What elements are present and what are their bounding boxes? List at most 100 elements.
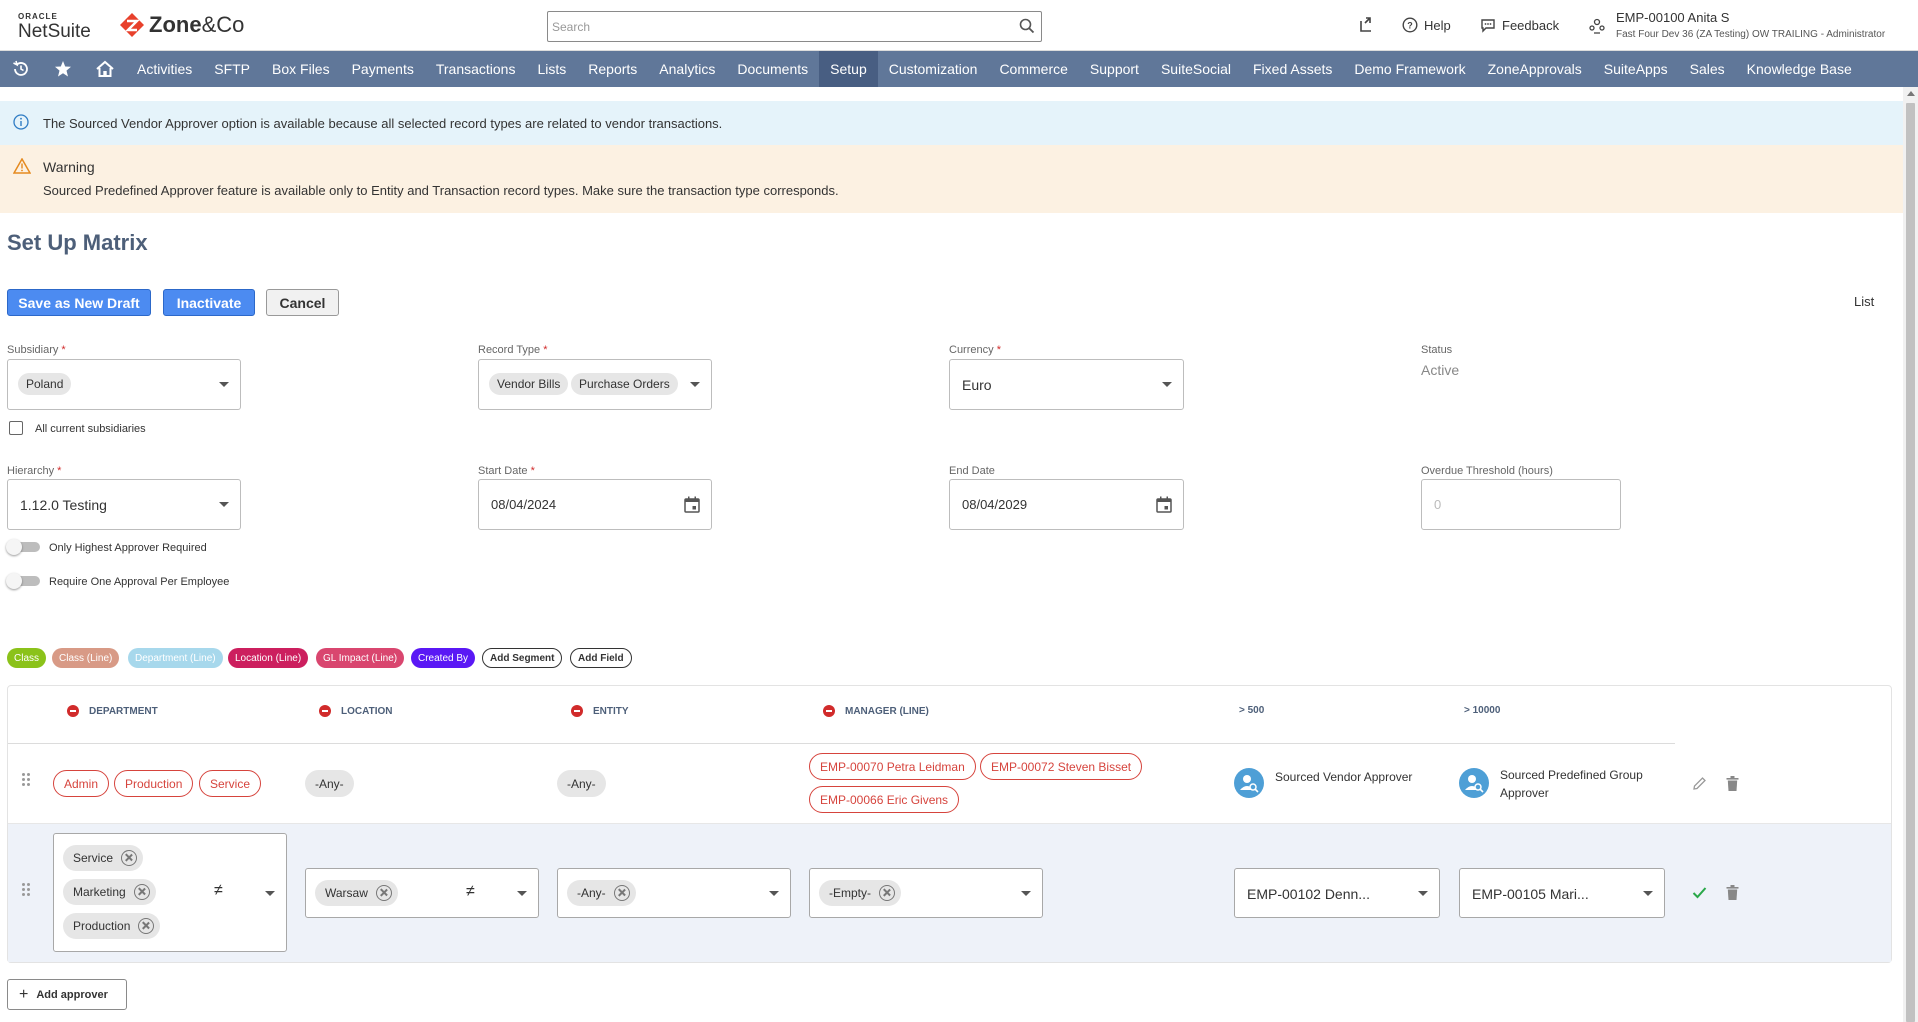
- start-date-value: 08/04/2024: [491, 497, 557, 512]
- user-role: Fast Four Dev 36 (ZA Testing) OW TRAILIN…: [1616, 29, 1886, 40]
- nav-item-fixed-assets[interactable]: Fixed Assets: [1242, 51, 1343, 87]
- hierarchy-select[interactable]: 1.12.0 Testing: [7, 479, 241, 530]
- hierarchy-value: 1.12.0 Testing: [20, 497, 107, 513]
- zone-brand: Zone: [149, 12, 202, 37]
- user-menu[interactable]: EMP-00100 Anita S Fast Four Dev 36 (ZA T…: [1588, 10, 1885, 40]
- inactivate-button[interactable]: Inactivate: [163, 289, 255, 316]
- help-button[interactable]: ? Help: [1402, 17, 1451, 33]
- info-banner-text: The Sourced Vendor Approver option is av…: [43, 116, 723, 131]
- remove-chip-icon[interactable]: [121, 850, 138, 866]
- drag-handle-icon[interactable]: [22, 883, 30, 896]
- zone-logo-icon: [120, 13, 144, 37]
- nav-item-sales[interactable]: Sales: [1679, 51, 1736, 87]
- recent-records-button[interactable]: [1357, 16, 1381, 34]
- nav-item-knowledge-base[interactable]: Knowledge Base: [1736, 51, 1863, 87]
- nav-item-lists[interactable]: Lists: [526, 51, 577, 87]
- nav-item-payments[interactable]: Payments: [341, 51, 425, 87]
- nav-item-suitesocial[interactable]: SuiteSocial: [1150, 51, 1242, 87]
- delete-trash-icon[interactable]: [1726, 776, 1739, 791]
- nav-item-zoneapprovals[interactable]: ZoneApprovals: [1477, 51, 1593, 87]
- page-scrollbar[interactable]: [1903, 87, 1918, 1022]
- subsidiary-select[interactable]: Poland: [7, 359, 241, 410]
- remove-column-icon[interactable]: [823, 705, 835, 717]
- not-equal-operator-icon[interactable]: ≠: [214, 882, 223, 900]
- drag-handle-icon[interactable]: [22, 773, 30, 786]
- remove-chip-icon[interactable]: [138, 918, 155, 934]
- all-subsidiaries-checkbox[interactable]: [9, 421, 23, 435]
- nav-item-commerce[interactable]: Commerce: [988, 51, 1078, 87]
- department-chip: Production: [63, 913, 161, 939]
- manager-tag: EMP-00066 Eric Givens: [809, 786, 960, 813]
- entity-multiselect[interactable]: -Any-: [557, 868, 791, 918]
- end-date-value: 08/04/2029: [962, 497, 1028, 512]
- delete-trash-icon[interactable]: [1726, 885, 1739, 900]
- calendar-icon[interactable]: [684, 496, 700, 513]
- segment-chip-class[interactable]: Class: [7, 648, 47, 668]
- nav-item-documents[interactable]: Documents: [726, 51, 819, 87]
- record-type-select[interactable]: Vendor Bills Purchase Orders: [478, 359, 712, 410]
- nav-item-activities[interactable]: Activities: [126, 51, 203, 87]
- scrollbar-thumb[interactable]: [1906, 103, 1915, 1022]
- feedback-button[interactable]: Feedback: [1480, 17, 1559, 33]
- segment-chip-created-by[interactable]: Created By: [411, 648, 476, 668]
- recent-nav-button[interactable]: [0, 51, 42, 87]
- remove-column-icon[interactable]: [67, 705, 79, 717]
- cancel-button[interactable]: Cancel: [266, 289, 339, 316]
- segment-chip-department-line[interactable]: Department (Line): [128, 648, 223, 668]
- department-multiselect[interactable]: Service Marketing Production ≠: [53, 833, 287, 952]
- approver-10000-select[interactable]: EMP-00105 Mari...: [1459, 868, 1665, 918]
- remove-chip-icon[interactable]: [133, 884, 150, 900]
- manager-multiselect[interactable]: -Empty-: [809, 868, 1043, 918]
- nav-item-sftp[interactable]: SFTP: [203, 51, 261, 87]
- edit-pencil-icon[interactable]: [1692, 776, 1707, 791]
- column-header-department: DEPARTMENT: [67, 705, 158, 717]
- home-nav-button[interactable]: [84, 51, 126, 87]
- chevron-down-icon: [517, 891, 527, 896]
- nav-item-setup[interactable]: Setup: [819, 51, 878, 87]
- not-equal-operator-icon[interactable]: ≠: [466, 883, 475, 901]
- save-as-new-draft-button[interactable]: Save as New Draft: [7, 289, 151, 316]
- remove-column-icon[interactable]: [319, 705, 331, 717]
- one-approval-toggle[interactable]: [6, 573, 40, 589]
- end-date-field[interactable]: 08/04/2029: [949, 479, 1184, 530]
- calendar-icon[interactable]: [1156, 496, 1172, 513]
- nav-item-analytics[interactable]: Analytics: [648, 51, 726, 87]
- location-multiselect[interactable]: Warsaw ≠: [305, 868, 539, 918]
- segment-chip-gl-impact-line[interactable]: GL Impact (Line): [316, 648, 405, 668]
- scroll-up-arrow-icon[interactable]: [1907, 91, 1915, 96]
- chevron-down-icon: [219, 502, 229, 507]
- location-chip: Warsaw: [315, 880, 398, 906]
- feedback-icon: [1481, 19, 1495, 33]
- remove-chip-icon[interactable]: [613, 885, 630, 901]
- nav-item-box-files[interactable]: Box Files: [261, 51, 341, 87]
- remove-chip-icon[interactable]: [375, 885, 392, 901]
- remove-chip-icon[interactable]: [879, 885, 895, 901]
- approver-500-select[interactable]: EMP-00102 Denn...: [1234, 868, 1440, 918]
- info-banner: The Sourced Vendor Approver option is av…: [0, 101, 1903, 145]
- remove-column-icon[interactable]: [571, 705, 583, 717]
- nav-item-reports[interactable]: Reports: [577, 51, 648, 87]
- search-icon[interactable]: [1019, 18, 1035, 34]
- confirm-check-icon[interactable]: [1692, 886, 1707, 899]
- add-approver-button[interactable]: + Add approver: [7, 979, 127, 1010]
- highest-approver-toggle[interactable]: [6, 539, 40, 555]
- favorites-nav-button[interactable]: [42, 51, 84, 87]
- overdue-threshold-field[interactable]: 0: [1421, 479, 1621, 530]
- list-link[interactable]: List: [1854, 294, 1874, 309]
- global-search[interactable]: [547, 11, 1042, 42]
- add-field-button[interactable]: Add Field: [570, 648, 632, 668]
- netsuite-logo[interactable]: ORACLE NetSuite: [18, 13, 91, 42]
- add-segment-button[interactable]: Add Segment: [482, 648, 563, 668]
- currency-select[interactable]: Euro: [949, 359, 1184, 410]
- search-input[interactable]: [548, 12, 988, 41]
- segment-chip-location-line[interactable]: Location (Line): [228, 648, 309, 668]
- nav-item-transactions[interactable]: Transactions: [425, 51, 527, 87]
- approver-10000-value: EMP-00105 Mari...: [1472, 886, 1589, 902]
- nav-item-support[interactable]: Support: [1079, 51, 1150, 87]
- nav-item-suiteapps[interactable]: SuiteApps: [1593, 51, 1679, 87]
- segment-chip-class-line[interactable]: Class (Line): [52, 648, 120, 668]
- nav-item-customization[interactable]: Customization: [878, 51, 989, 87]
- nav-item-demo-framework[interactable]: Demo Framework: [1343, 51, 1476, 87]
- chevron-down-icon: [265, 891, 275, 896]
- start-date-field[interactable]: 08/04/2024: [478, 479, 712, 530]
